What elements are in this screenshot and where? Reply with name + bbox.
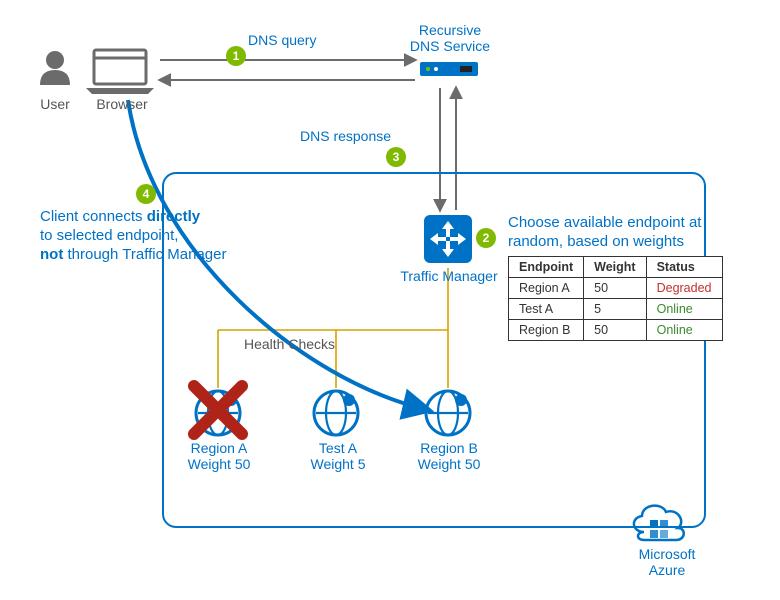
user-label: User bbox=[37, 96, 73, 112]
status-badge: Online bbox=[646, 299, 722, 320]
user-icon bbox=[40, 51, 70, 85]
dns-service-label: Recursive DNS Service bbox=[400, 22, 500, 54]
dns-response-label: DNS response bbox=[300, 128, 391, 144]
step-badge-1: 1 bbox=[226, 46, 246, 66]
endpoint-test-a-label: Test AWeight 5 bbox=[303, 440, 373, 472]
col-status: Status bbox=[646, 257, 722, 278]
choose-endpoint-note: Choose available endpoint at random, bas… bbox=[508, 214, 738, 252]
table-header-row: Endpoint Weight Status bbox=[509, 257, 723, 278]
endpoint-region-a-label: Region AWeight 50 bbox=[184, 440, 254, 472]
status-badge: Online bbox=[646, 320, 722, 341]
traffic-manager-label: Traffic Manager bbox=[398, 268, 500, 284]
col-weight: Weight bbox=[584, 257, 646, 278]
health-checks-label: Health Checks bbox=[244, 336, 335, 352]
step-badge-3: 3 bbox=[386, 147, 406, 167]
browser-icon bbox=[86, 50, 154, 94]
azure-logo-label: Microsoft Azure bbox=[630, 546, 704, 578]
endpoints-table: Endpoint Weight Status Region A 50 Degra… bbox=[508, 256, 723, 341]
browser-label: Browser bbox=[92, 96, 152, 112]
endpoint-region-b-label: Region BWeight 50 bbox=[414, 440, 484, 472]
table-row: Region B 50 Online bbox=[509, 320, 723, 341]
dns-service-icon bbox=[420, 62, 478, 76]
dns-query-label: DNS query bbox=[248, 32, 316, 48]
table-row: Region A 50 Degraded bbox=[509, 278, 723, 299]
table-row: Test A 5 Online bbox=[509, 299, 723, 320]
step-badge-2: 2 bbox=[476, 228, 496, 248]
step-badge-4: 4 bbox=[136, 184, 156, 204]
client-direct-note: Client connects directly to selected end… bbox=[40, 208, 270, 264]
status-badge: Degraded bbox=[646, 278, 722, 299]
col-endpoint: Endpoint bbox=[509, 257, 584, 278]
